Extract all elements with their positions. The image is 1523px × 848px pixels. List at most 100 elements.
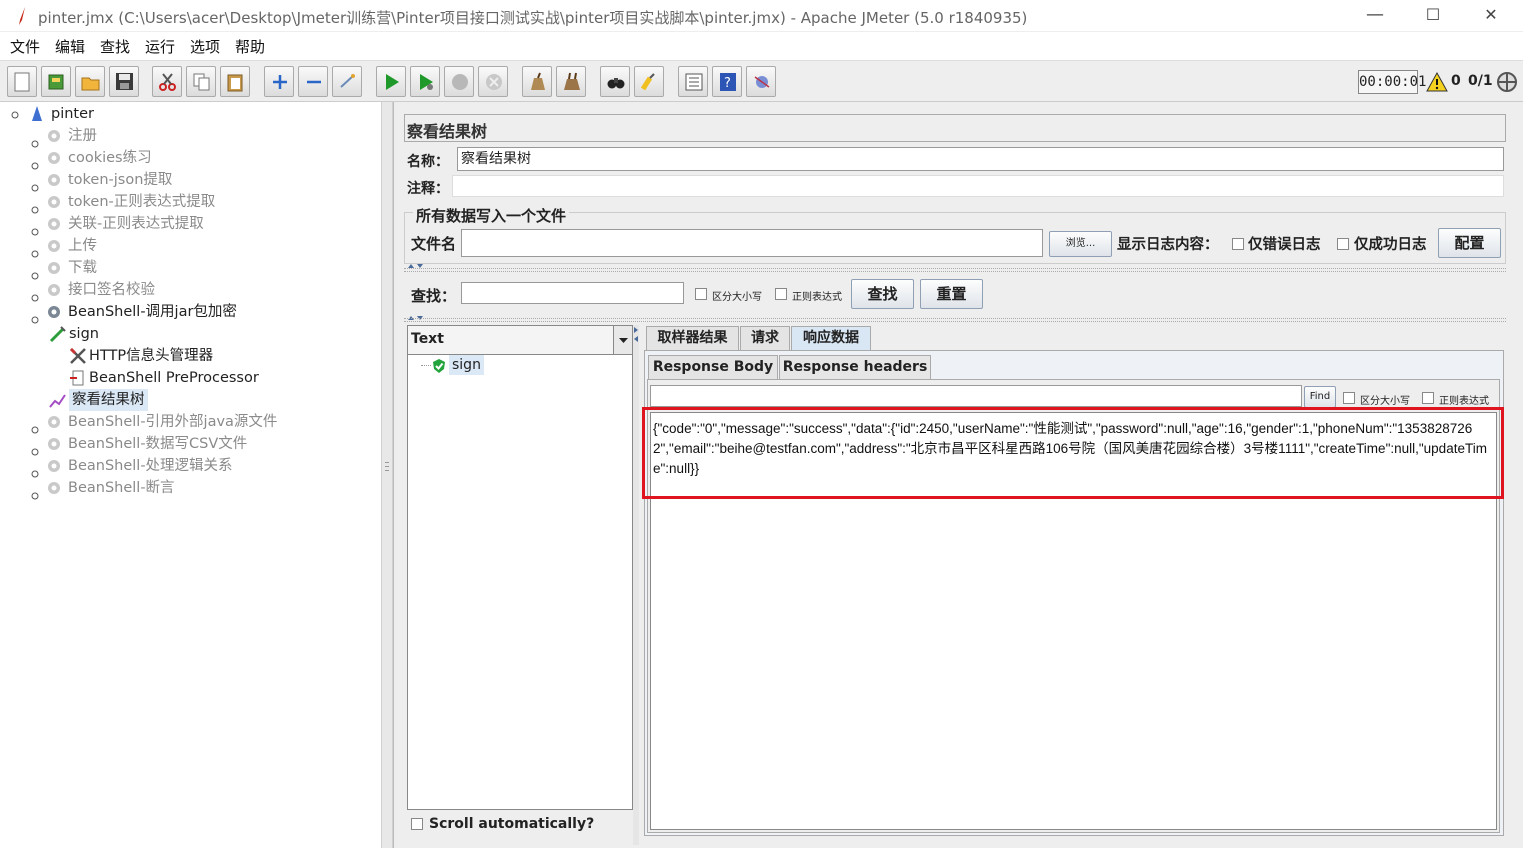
paste-icon[interactable]	[220, 66, 250, 97]
tree-item[interactable]: BeanShell-处理逻辑关系	[29, 455, 369, 478]
shutdown-icon[interactable]	[478, 66, 508, 97]
find-button[interactable]: 查找	[851, 279, 914, 309]
comment-field[interactable]	[452, 175, 1504, 197]
tab-response-data[interactable]: 响应数据	[791, 326, 871, 350]
subtab-response-headers[interactable]: Response headers	[779, 355, 931, 379]
response-find-button[interactable]: Find	[1304, 386, 1336, 408]
tab-sampler-result[interactable]: 取样器结果	[646, 326, 739, 350]
templates-icon[interactable]	[41, 66, 71, 97]
reset-search-icon[interactable]	[634, 66, 664, 97]
function-helper-icon[interactable]	[678, 66, 708, 97]
close-button[interactable]: ✕	[1462, 0, 1520, 32]
minimize-button[interactable]: —	[1346, 0, 1404, 32]
reset-button[interactable]: 重置	[920, 279, 983, 309]
tree-item[interactable]: BeanShell-断言	[29, 477, 369, 500]
errors-only-checkbox[interactable]	[1232, 238, 1244, 250]
expand-toggle-icon[interactable]	[31, 309, 39, 324]
expand-toggle-icon[interactable]	[31, 199, 39, 214]
tree-item[interactable]: 上传	[29, 235, 369, 258]
tree-item-results-tree[interactable]: 察看结果树	[49, 389, 349, 411]
log-content-label: 显示日志内容：	[1117, 237, 1219, 253]
copy-icon[interactable]	[186, 66, 216, 97]
menu-options[interactable]: 选项	[190, 36, 220, 57]
start-no-pause-icon[interactable]	[410, 66, 440, 97]
expand-toggle-icon[interactable]	[31, 419, 39, 434]
help-icon[interactable]: ?	[712, 66, 742, 97]
expand-toggle-icon[interactable]	[31, 287, 39, 302]
collapse-icon[interactable]	[298, 66, 328, 97]
tab-request[interactable]: 请求	[740, 326, 790, 350]
tree-item-sign[interactable]: sign	[49, 323, 349, 345]
tree-item[interactable]: 关联-正则表达式提取	[29, 213, 369, 236]
tree-item-label: 下载	[68, 260, 97, 276]
save-icon[interactable]	[109, 66, 139, 97]
results-splitter[interactable]	[633, 325, 639, 845]
response-regex-checkbox[interactable]	[1422, 392, 1434, 404]
new-icon[interactable]	[7, 66, 37, 97]
tree-item[interactable]: 下载	[29, 257, 369, 280]
tree-item[interactable]: cookies练习	[29, 147, 369, 170]
search-icon[interactable]	[600, 66, 630, 97]
menu-search[interactable]: 查找	[100, 36, 130, 57]
expand-toggle-icon[interactable]	[31, 133, 39, 148]
tree-root[interactable]: pinter	[9, 103, 369, 125]
scroll-auto-label: Scroll automatically?	[429, 816, 595, 832]
expand-toggle-icon[interactable]	[31, 155, 39, 170]
open-icon[interactable]	[75, 66, 105, 97]
chevron-down-icon[interactable]	[613, 326, 632, 354]
result-item-sign[interactable]: sign	[449, 355, 484, 375]
expand-toggle-icon[interactable]	[31, 243, 39, 258]
cut-icon[interactable]	[152, 66, 182, 97]
tree-item-label: BeanShell PreProcessor	[89, 370, 259, 386]
browse-button[interactable]: 浏览...	[1049, 231, 1112, 257]
tree-item[interactable]: 接口签名校验	[29, 279, 369, 302]
regex-checkbox[interactable]	[775, 288, 787, 300]
tree-item[interactable]: token-json提取	[29, 169, 369, 192]
toggle-icon[interactable]	[332, 66, 362, 97]
clear-all-icon[interactable]	[556, 66, 586, 97]
clear-icon[interactable]	[522, 66, 552, 97]
tree-item-preprocessor[interactable]: BeanShell PreProcessor	[69, 367, 369, 389]
subtab-response-body[interactable]: Response Body	[648, 355, 778, 379]
tree-item-header-manager[interactable]: HTTP信息头管理器	[69, 345, 369, 367]
thread-group-icon	[46, 282, 62, 298]
scroll-auto-checkbox[interactable]	[411, 818, 423, 830]
stop-icon[interactable]	[444, 66, 474, 97]
menu-help[interactable]: 帮助	[235, 36, 265, 57]
expand-toggle-icon[interactable]	[31, 485, 39, 500]
search-field[interactable]	[461, 282, 684, 304]
case-sensitive-label: 区分大小写	[712, 292, 762, 303]
menu-run[interactable]: 运行	[145, 36, 175, 57]
name-field[interactable]: 察看结果树	[457, 147, 1504, 171]
name-label: 名称：	[407, 154, 449, 170]
expand-toggle-icon[interactable]	[31, 463, 39, 478]
expand-icon[interactable]	[264, 66, 294, 97]
configure-button[interactable]: 配置	[1438, 228, 1501, 258]
filename-field[interactable]	[461, 229, 1043, 257]
maximize-button[interactable]: ☐	[1404, 0, 1462, 32]
menu-file[interactable]: 文件	[10, 36, 40, 57]
expand-toggle-icon[interactable]	[31, 441, 39, 456]
tree-item[interactable]: token-正则表达式提取	[29, 191, 369, 214]
warning-icon[interactable]	[1426, 72, 1448, 92]
tree-item-label: sign	[69, 326, 99, 342]
menu-edit[interactable]: 编辑	[55, 36, 85, 57]
collapse-toggle-icon[interactable]	[11, 111, 19, 119]
case-sensitive-checkbox[interactable]	[695, 288, 707, 300]
tree-item-label: cookies练习	[68, 150, 152, 166]
expand-toggle-icon[interactable]	[31, 221, 39, 236]
tree-item-label: 察看结果树	[69, 389, 148, 411]
tree-item[interactable]: 注册	[29, 125, 369, 148]
split-pane-divider[interactable]	[381, 102, 393, 848]
tree-item[interactable]: BeanShell-调用jar包加密	[29, 301, 369, 324]
response-case-checkbox[interactable]	[1343, 392, 1355, 404]
renderer-select[interactable]: Text	[407, 325, 633, 355]
expand-toggle-icon[interactable]	[31, 177, 39, 192]
tree-item[interactable]: BeanShell-数据写CSV文件	[29, 433, 369, 456]
start-icon[interactable]	[376, 66, 406, 97]
success-only-checkbox[interactable]	[1337, 238, 1349, 250]
expand-toggle-icon[interactable]	[31, 265, 39, 280]
response-search-field[interactable]	[650, 385, 1302, 407]
tree-item[interactable]: BeanShell-引用外部java源文件	[29, 411, 369, 434]
remote-icon[interactable]	[746, 66, 776, 97]
